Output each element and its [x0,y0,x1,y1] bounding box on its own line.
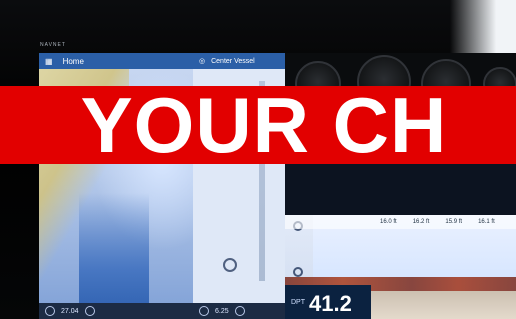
depth-box: DPT 41.2 [285,285,371,319]
depth-readout-3: 15.9 ft [445,219,463,225]
center-vessel-icon[interactable]: ◎ [199,57,205,65]
range-out-icon[interactable] [199,306,209,316]
chart-bottom-value: 27.04 [61,307,79,315]
zoom-in-icon[interactable] [84,306,95,316]
depth-readout-2: 16.2 ft [412,219,430,225]
zoom-out-icon[interactable] [45,306,55,316]
depth-readouts: 16.0 ft 16.2 ft 15.9 ft 16.1 ft [285,215,516,229]
range-in-icon[interactable] [234,306,245,316]
chart-depth-shading [79,193,149,319]
vessel-icon [223,258,237,272]
depth-value: 41.2 [309,291,352,316]
banner-text: YOUR CH [80,86,448,164]
radar-bottom-bar: 6.25 [193,303,285,319]
promo-banner[interactable]: YOUR CH [0,86,516,164]
brand-label: NAVNET [40,42,66,48]
chart-top-bar: ▦ Home [39,53,193,69]
depth-readout-4: 16.1 ft [478,219,495,225]
depth-readout-1: 16.0 ft [380,219,397,225]
depth-label: DPT [291,299,305,306]
fishfinder-icons [293,221,303,277]
chart-bottom-bar: 27.04 [39,303,193,319]
radar-bottom-value: 6.25 [215,307,229,315]
fishfinder-gain-icon[interactable] [293,267,303,277]
radar-top-bar: ◎ Center Vessel [193,53,285,69]
center-vessel-button[interactable]: Center Vessel [211,58,255,65]
home-button[interactable]: Home [63,57,84,66]
home-icon[interactable]: ▦ [45,57,53,66]
